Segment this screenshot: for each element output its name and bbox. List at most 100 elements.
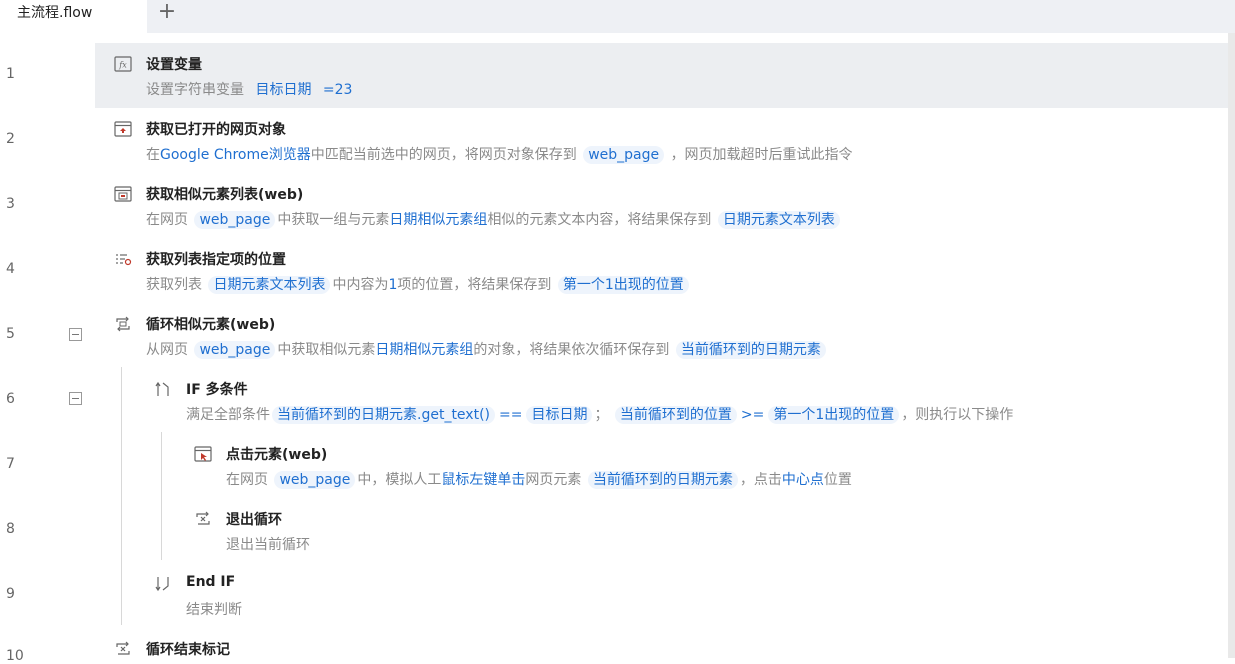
step-description: 在网页 web_page 中，模拟人工鼠标左键单击网页元素 当前循环到的日期元素，… <box>226 469 852 489</box>
flow-step-set-variable[interactable]: fx 设置变量 设置字符串变量 目标日期 =23 <box>95 43 1228 108</box>
variable-token: 目标日期 <box>526 406 593 424</box>
if-branch-icon <box>155 381 169 396</box>
line-number: 4 <box>6 261 15 277</box>
flow-step-loop-end[interactable]: 循环结束标记 <box>95 628 1228 658</box>
variable-token: web_page <box>274 471 356 489</box>
operator-text: == <box>499 407 523 423</box>
variable-token: web_page <box>583 146 665 164</box>
desc-text: 设置字符串变量 <box>146 82 244 98</box>
collapse-toggle-loop[interactable] <box>69 328 82 341</box>
variable-token: 日期元素文本列表 <box>208 276 331 294</box>
value-text: =23 <box>322 82 353 98</box>
flow-step-get-similar-elements[interactable]: 获取相似元素列表(web) 在网页 web_page 中获取一组与元素日期相似元素… <box>95 173 1228 238</box>
line-number: 10 <box>6 648 24 664</box>
step-title: 循环结束标记 <box>146 642 230 658</box>
flow-editor: fx 设置变量 设置字符串变量 目标日期 =23 获取已打开的网页对象 在Goo… <box>95 33 1228 658</box>
desc-text: ，网页加载超时后重试此指令 <box>670 147 853 163</box>
desc-text: 中匹配当前选中的网页，将网页对象保存到 <box>310 147 577 163</box>
line-number: 9 <box>6 586 15 602</box>
step-description: 在网页 web_page 中获取一组与元素日期相似元素组相似的元素文本内容，将结果… <box>146 209 842 229</box>
line-number: 2 <box>6 131 15 147</box>
line-number: 8 <box>6 521 15 537</box>
variable-token: 目标日期 <box>255 82 312 98</box>
desc-text: 在 <box>146 147 160 163</box>
variable-token: 当前循环到的日期元素.get_text() <box>272 406 495 424</box>
highlight-text: Google Chrome浏览器 <box>160 147 311 163</box>
flow-step-click-element[interactable]: 点击元素(web) 在网页 web_page 中，模拟人工鼠标左键单击网页元素 当… <box>95 433 1228 498</box>
desc-text: 项的位置，将结果保存到 <box>397 277 552 293</box>
flow-step-if-multi-condition[interactable]: IF 多条件 满足全部条件 当前循环到的日期元素.get_text() == 目标日期… <box>95 368 1228 433</box>
step-title: 获取已打开的网页对象 <box>146 122 286 138</box>
flow-step-loop-similar-elements[interactable]: 循环相似元素(web) 从网页 web_page 中获取相似元素日期相似元素组的对… <box>95 303 1228 368</box>
variable-token: 日期元素文本列表 <box>717 211 840 229</box>
step-title: 循环相似元素(web) <box>146 317 276 333</box>
flow-step-end-if[interactable]: End IF 结束判断 <box>95 563 1228 628</box>
desc-text: 的对象，将结果依次循环保存到 <box>473 342 670 358</box>
line-number: 6 <box>6 391 15 407</box>
browser-window-icon <box>114 121 132 137</box>
svg-text:fx: fx <box>118 61 127 70</box>
desc-text: 中，模拟人工 <box>357 472 442 488</box>
desc-text: 满足全部条件 <box>186 407 270 423</box>
collapse-toggle-if[interactable] <box>69 392 82 405</box>
line-number: 7 <box>6 456 15 472</box>
click-element-icon <box>194 446 212 462</box>
desc-text: 位置 <box>823 472 852 488</box>
variable-token: 当前循环到的位置 <box>614 406 737 424</box>
function-icon: fx <box>114 56 132 72</box>
desc-text: ，则执行以下操作 <box>901 407 1014 423</box>
line-number: 1 <box>6 66 15 82</box>
step-description: 满足全部条件 当前循环到的日期元素.get_text() == 目标日期； 当前循环到… <box>186 404 1013 424</box>
highlight-text: 日期相似元素组 <box>389 212 488 228</box>
step-title: IF 多条件 <box>186 382 248 398</box>
vertical-scrollbar[interactable] <box>1228 33 1235 658</box>
tab-main-flow[interactable]: 主流程.flow <box>0 0 147 33</box>
desc-text: 在网页 <box>146 212 188 228</box>
flow-step-get-webpage[interactable]: 获取已打开的网页对象 在Google Chrome浏览器中匹配当前选中的网页，将… <box>95 108 1228 173</box>
step-title: End IF <box>186 574 236 590</box>
step-title: 点击元素(web) <box>226 447 328 463</box>
highlight-text: 中心点 <box>781 472 824 488</box>
desc-text: ； <box>594 407 609 423</box>
step-description: 设置字符串变量 目标日期 =23 <box>146 79 352 99</box>
step-description: 在Google Chrome浏览器中匹配当前选中的网页，将网页对象保存到 web… <box>146 144 853 164</box>
highlight-text: 日期相似元素组 <box>375 342 474 358</box>
desc-text: 获取列表 <box>146 277 202 293</box>
step-title: 获取列表指定项的位置 <box>146 252 286 268</box>
desc-text: 从网页 <box>146 342 188 358</box>
step-description: 从网页 web_page 中获取相似元素日期相似元素组的对象，将结果依次循环保存到… <box>146 339 828 359</box>
operator-text: >= <box>740 407 765 423</box>
flow-step-exit-loop[interactable]: 退出循环 退出当前循环 <box>95 498 1228 563</box>
step-title: 获取相似元素列表(web) <box>146 187 304 203</box>
step-description: 获取列表 日期元素文本列表 中内容为1项的位置，将结果保存到 第一个1出现的位置 <box>146 274 691 294</box>
exit-loop-icon <box>196 511 210 525</box>
variable-token: 第一个1出现的位置 <box>768 406 900 424</box>
step-description: 退出当前循环 <box>226 537 310 553</box>
step-title: 设置变量 <box>146 57 202 73</box>
element-list-icon <box>114 186 132 202</box>
desc-text: ，点击 <box>739 472 782 488</box>
desc-text: 相似的元素文本内容，将结果保存到 <box>487 212 712 228</box>
highlight-text: 鼠标左键单击 <box>441 472 526 488</box>
desc-text: 中获取一组与元素 <box>277 212 390 228</box>
variable-token: 当前循环到的日期元素 <box>587 471 738 489</box>
flow-step-get-list-position[interactable]: 获取列表指定项的位置 获取列表 日期元素文本列表 中内容为1项的位置，将结果保存到… <box>95 238 1228 303</box>
line-gutter: 1 2 3 4 5 6 7 8 9 10 <box>0 33 95 664</box>
loop-end-icon <box>116 641 130 655</box>
variable-token: 第一个1出现的位置 <box>557 276 689 294</box>
desc-text: 网页元素 <box>525 472 582 488</box>
list-position-icon <box>116 254 132 266</box>
variable-token: web_page <box>194 341 276 359</box>
end-if-icon <box>155 577 169 592</box>
tab-bar: 主流程.flow + <box>0 0 1235 33</box>
desc-text: 在网页 <box>226 472 268 488</box>
line-number: 3 <box>6 196 15 212</box>
step-description: 结束判断 <box>186 602 242 618</box>
line-number: 5 <box>6 326 15 342</box>
step-title: 退出循环 <box>226 512 282 528</box>
variable-token: 当前循环到的日期元素 <box>675 341 826 359</box>
desc-text: 中内容为 <box>332 277 389 293</box>
desc-text: 中获取相似元素 <box>277 342 376 358</box>
add-tab-button[interactable]: + <box>156 1 178 24</box>
loop-icon <box>116 316 130 332</box>
